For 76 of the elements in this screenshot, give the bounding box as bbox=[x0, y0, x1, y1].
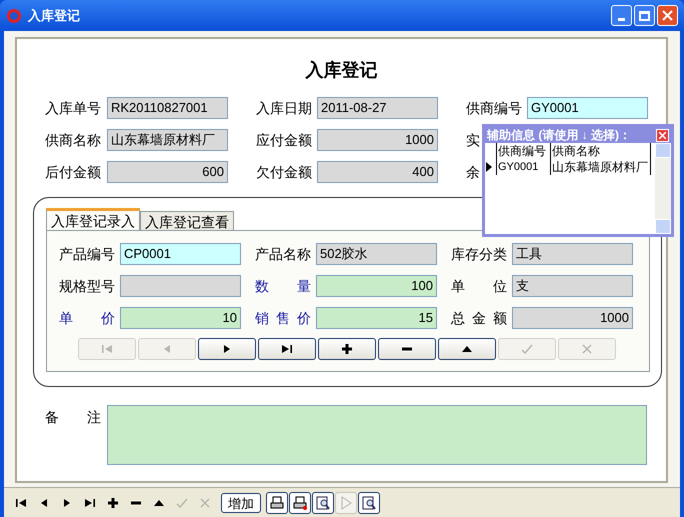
table-cell: 山东幕墙原材料厂 bbox=[551, 159, 651, 175]
input-field[interactable]: 支 bbox=[512, 275, 633, 297]
close-button[interactable] bbox=[656, 128, 669, 142]
input-field[interactable]: GY0001 bbox=[527, 97, 648, 119]
form-heading: 入库登记 bbox=[304, 59, 378, 81]
input-field[interactable]: 山东幕墙原材料厂 bbox=[107, 129, 228, 151]
field-label: 应付金额 bbox=[256, 130, 313, 150]
check-icon bbox=[175, 496, 189, 510]
printer-icon bbox=[270, 496, 284, 510]
popup-title: 辅助信息 (请使用 ↓ 选择)： bbox=[487, 127, 631, 144]
field-label: 供商名称 bbox=[45, 130, 102, 150]
toolbar-button[interactable] bbox=[312, 492, 334, 514]
close-button[interactable] bbox=[657, 5, 678, 26]
maximize-button[interactable] bbox=[634, 5, 655, 26]
table-cell: GY0001 bbox=[497, 159, 551, 175]
input-field[interactable]: 2011-08-27 bbox=[317, 97, 438, 119]
minimize-button[interactable] bbox=[611, 5, 632, 26]
input-field[interactable]: 工具 bbox=[512, 243, 633, 265]
column-header: 供商名称 bbox=[551, 143, 651, 159]
input-field[interactable]: RK20110827001 bbox=[107, 97, 228, 119]
field-label: 单价 bbox=[59, 308, 115, 328]
field-label: 欠付金额 bbox=[256, 162, 313, 182]
plus-icon bbox=[106, 496, 120, 510]
toolbar-button[interactable] bbox=[266, 492, 288, 514]
field-label: 库存分类 bbox=[451, 244, 507, 264]
input-field[interactable]: 1000 bbox=[512, 307, 633, 329]
cross-icon bbox=[580, 342, 594, 356]
field-label: 实 bbox=[466, 130, 480, 150]
input-field[interactable]: 15 bbox=[316, 307, 437, 329]
toolbar-button[interactable] bbox=[358, 492, 380, 514]
nav-button[interactable] bbox=[258, 338, 316, 360]
field-label: 规格型号 bbox=[59, 276, 115, 296]
plus-icon bbox=[340, 342, 354, 356]
input-field[interactable]: 100 bbox=[316, 275, 437, 297]
nav-button[interactable] bbox=[378, 338, 436, 360]
field-label: 数量 bbox=[255, 276, 311, 296]
toolbar-button[interactable] bbox=[289, 492, 311, 514]
field-label: 销售价 bbox=[255, 308, 311, 328]
scrollbar[interactable] bbox=[655, 143, 671, 234]
field-label: 产品编号 bbox=[59, 244, 115, 264]
cross-icon bbox=[198, 496, 212, 510]
field-label: 产品名称 bbox=[255, 244, 311, 264]
remark-field[interactable] bbox=[107, 405, 647, 465]
input-field[interactable] bbox=[120, 275, 241, 297]
play-icon bbox=[339, 496, 353, 510]
field-label: 备注 bbox=[45, 408, 101, 427]
field-label: 后付金额 bbox=[45, 162, 102, 182]
app-logo-icon bbox=[6, 8, 22, 24]
input-field[interactable]: 600 bbox=[107, 161, 228, 183]
check-icon bbox=[520, 342, 534, 356]
first-record-icon bbox=[100, 342, 114, 356]
nav-button[interactable] bbox=[438, 338, 496, 360]
add-button[interactable]: 增加 bbox=[221, 492, 261, 512]
window-title: 入库登记 bbox=[28, 6, 80, 25]
input-field[interactable]: 400 bbox=[317, 161, 438, 183]
input-field[interactable]: CP0001 bbox=[120, 243, 241, 265]
column-header: 供商编号 bbox=[497, 143, 551, 159]
tab[interactable]: 入库登记录入 bbox=[46, 208, 140, 230]
field-label: 余 bbox=[466, 162, 480, 182]
magnifier-icon bbox=[362, 496, 376, 510]
nav-button[interactable] bbox=[318, 338, 376, 360]
input-field[interactable]: 10 bbox=[120, 307, 241, 329]
field-label: 入库日期 bbox=[256, 98, 313, 118]
close-icon bbox=[662, 10, 673, 21]
magnifier-icon bbox=[316, 496, 330, 510]
field-label: 单位 bbox=[451, 276, 507, 296]
input-field[interactable]: 502胶水 bbox=[316, 243, 437, 265]
input-field[interactable]: 1000 bbox=[317, 129, 438, 151]
nav-button[interactable] bbox=[198, 338, 256, 360]
printer-icon bbox=[293, 496, 307, 510]
close-icon bbox=[659, 132, 666, 138]
last-record-icon bbox=[280, 342, 294, 356]
field-label: 总金额 bbox=[451, 308, 507, 328]
field-label: 入库单号 bbox=[45, 98, 102, 118]
tab[interactable]: 入库登记查看 bbox=[140, 211, 234, 230]
field-label: 供商编号 bbox=[466, 98, 523, 118]
